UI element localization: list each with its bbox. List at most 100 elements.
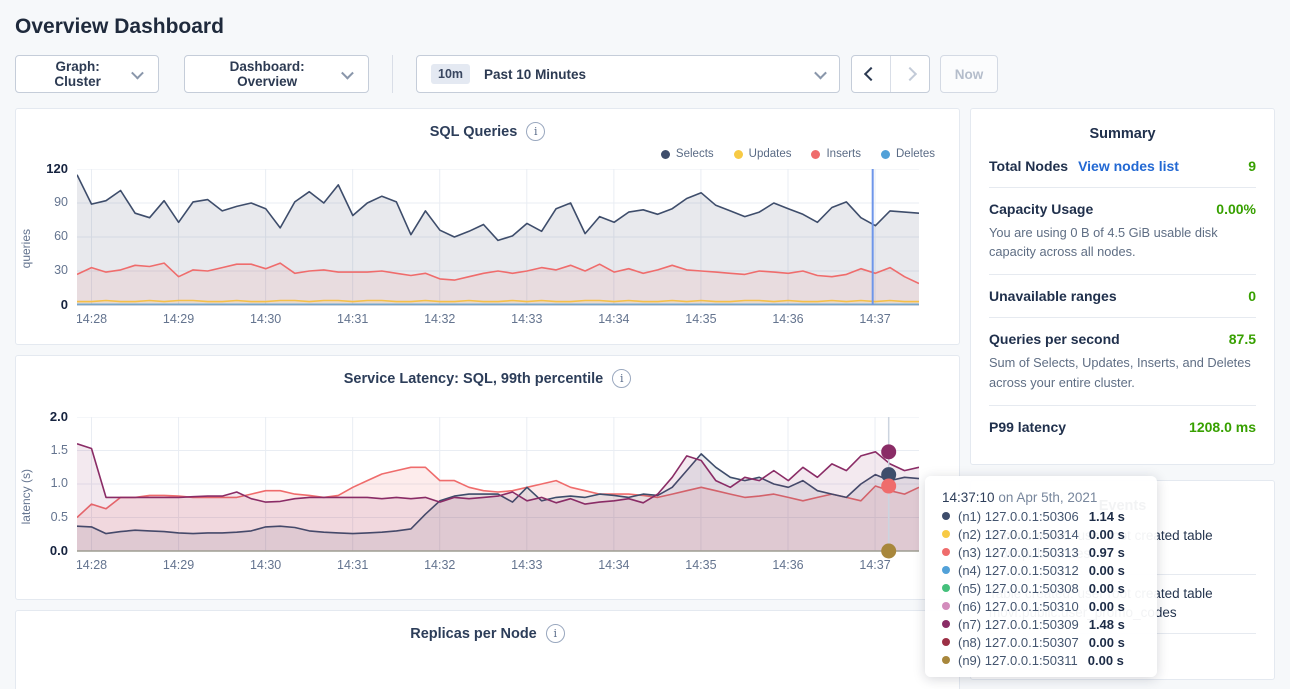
y-tick: 120 (46, 161, 68, 176)
legend-dot-icon (734, 150, 743, 159)
tooltip-node-row: (n2) 127.0.0.1:503140.00 s (942, 527, 1157, 541)
tooltip-node-value: 0.00 s (1089, 563, 1125, 578)
y-axis-ticks: 2.01.51.00.50.0 (35, 417, 77, 577)
legend-dot-icon (811, 150, 820, 159)
tooltip-node-value: 0.00 s (1089, 635, 1125, 650)
svg-text:14:36: 14:36 (772, 312, 803, 326)
chevron-left-icon (864, 67, 878, 81)
legend-dot-icon (881, 150, 890, 159)
info-icon[interactable]: i (546, 624, 565, 643)
summary-row-capacity: Capacity Usage 0.00% You are using 0 B o… (989, 188, 1256, 275)
chart-legend: Selects Updates Inserts Deletes (16, 146, 935, 162)
total-nodes-label: Total Nodes (989, 158, 1068, 174)
tooltip-node-row: (n1) 127.0.0.1:503061.14 s (942, 509, 1157, 523)
graph-dropdown[interactable]: Graph: Cluster (15, 55, 159, 93)
legend-item-selects[interactable]: Selects (661, 146, 714, 162)
now-button[interactable]: Now (940, 55, 998, 93)
replicas-panel: Replicas per Node i (15, 610, 960, 689)
legend-dot-icon (661, 150, 670, 159)
info-icon[interactable]: i (612, 369, 631, 388)
summary-panel: Summary Total Nodes View nodes list 9 Ca… (970, 108, 1275, 465)
toolbar-divider (392, 55, 393, 93)
toolbar: Graph: Cluster Dashboard: Overview 10m P… (15, 54, 1275, 94)
svg-text:14:37: 14:37 (859, 312, 890, 326)
tooltip-node-address: (n1) 127.0.0.1:50306 (958, 509, 1079, 524)
summary-row-unavailable: Unavailable ranges 0 (989, 275, 1256, 318)
legend-label: Inserts (826, 148, 861, 160)
chart-title: Service Latency: SQL, 99th percentile (344, 371, 604, 387)
time-range-badge: 10m (431, 64, 470, 84)
node-color-dot-icon (942, 584, 950, 592)
view-nodes-list-link[interactable]: View nodes list (1078, 158, 1179, 174)
chevron-down-icon (341, 66, 353, 78)
page-title: Overview Dashboard (15, 15, 1290, 39)
sql-queries-chart[interactable]: 14:2814:2914:3014:3114:3214:3314:3414:35… (77, 169, 919, 329)
unavailable-value: 0 (1248, 288, 1256, 304)
tooltip-node-row: (n7) 127.0.0.1:503091.48 s (942, 617, 1157, 631)
y-tick: 60 (54, 229, 68, 243)
time-range-dropdown[interactable]: 10m Past 10 Minutes (416, 55, 840, 93)
svg-text:14:32: 14:32 (424, 312, 455, 326)
chart-title: Replicas per Node (410, 626, 537, 642)
svg-text:14:28: 14:28 (77, 558, 107, 572)
latency-panel: Service Latency: SQL, 99th percentile i … (15, 355, 960, 600)
node-color-dot-icon (942, 638, 950, 646)
tooltip-node-address: (n9) 127.0.0.1:50311 (958, 653, 1078, 668)
tooltip-node-row: (n8) 127.0.0.1:503070.00 s (942, 635, 1157, 649)
node-color-dot-icon (942, 602, 950, 610)
legend-label: Updates (749, 148, 792, 160)
p99-label: P99 latency (989, 419, 1066, 435)
tooltip-node-value: 0.00 s (1089, 527, 1125, 542)
chevron-down-icon (814, 66, 827, 79)
tooltip-node-value: 1.48 s (1089, 617, 1125, 632)
p99-value: 1208.0 ms (1189, 419, 1256, 435)
dashboard-dropdown-label: Dashboard: Overview (201, 59, 333, 89)
tooltip-node-address: (n4) 127.0.0.1:50312 (958, 563, 1079, 578)
tooltip-node-address: (n6) 127.0.0.1:50310 (958, 599, 1079, 614)
node-color-dot-icon (942, 548, 950, 556)
legend-item-inserts[interactable]: Inserts (811, 146, 861, 162)
tooltip-timestamp: 14:37:10 on Apr 5th, 2021 (942, 490, 1157, 505)
node-color-dot-icon (942, 530, 950, 538)
svg-text:14:30: 14:30 (250, 558, 281, 572)
unavailable-label: Unavailable ranges (989, 288, 1117, 304)
y-tick: 0.0 (50, 543, 68, 558)
svg-text:14:35: 14:35 (685, 312, 716, 326)
sql-queries-panel: SQL Queries i SelectsUpdatesInsertsDelet… (15, 108, 960, 345)
y-axis-ticks: 1209060300 (35, 169, 77, 329)
svg-text:14:29: 14:29 (163, 312, 194, 326)
chevron-right-icon (903, 67, 917, 81)
time-prev-button[interactable] (852, 56, 890, 92)
node-color-dot-icon (942, 656, 950, 664)
summary-row-qps: Queries per second 87.5 Sum of Selects, … (989, 318, 1256, 405)
tooltip-node-row: (n4) 127.0.0.1:50312 0.00 s (942, 563, 1157, 577)
legend-item-updates[interactable]: Updates (734, 146, 792, 162)
tooltip-node-value: 0.00 s (1088, 653, 1124, 668)
latency-chart[interactable]: 14:2814:2914:3014:3114:3214:3314:3414:35… (77, 417, 919, 577)
legend-label: Deletes (896, 148, 935, 160)
svg-text:14:35: 14:35 (685, 558, 716, 572)
y-tick: 1.5 (51, 443, 68, 457)
tooltip-node-value: 0.00 s (1089, 581, 1125, 596)
capacity-value: 0.00% (1216, 201, 1256, 217)
node-color-dot-icon (942, 566, 950, 574)
svg-text:14:30: 14:30 (250, 312, 281, 326)
svg-text:14:37: 14:37 (859, 558, 890, 572)
y-axis-label: latency (s) (16, 417, 35, 577)
y-tick: 0 (61, 297, 68, 312)
svg-text:14:31: 14:31 (337, 558, 368, 572)
qps-value: 87.5 (1229, 331, 1256, 347)
legend-item-deletes[interactable]: Deletes (881, 146, 935, 162)
time-range-label: Past 10 Minutes (484, 67, 806, 82)
dashboard-dropdown[interactable]: Dashboard: Overview (184, 55, 369, 93)
y-tick: 0.5 (51, 510, 68, 524)
tooltip-node-row: (n5) 127.0.0.1:503080.00 s (942, 581, 1157, 595)
info-icon[interactable]: i (526, 122, 545, 141)
time-next-button[interactable] (890, 56, 929, 92)
tooltip-node-address: (n3) 127.0.0.1:50313 (958, 545, 1079, 560)
tooltip-node-row: (n9) 127.0.0.1:50311 0.00 s (942, 653, 1157, 667)
time-step-buttons (851, 55, 930, 93)
y-tick: 90 (54, 195, 68, 209)
chevron-down-icon (131, 66, 144, 79)
svg-text:14:34: 14:34 (598, 558, 629, 572)
